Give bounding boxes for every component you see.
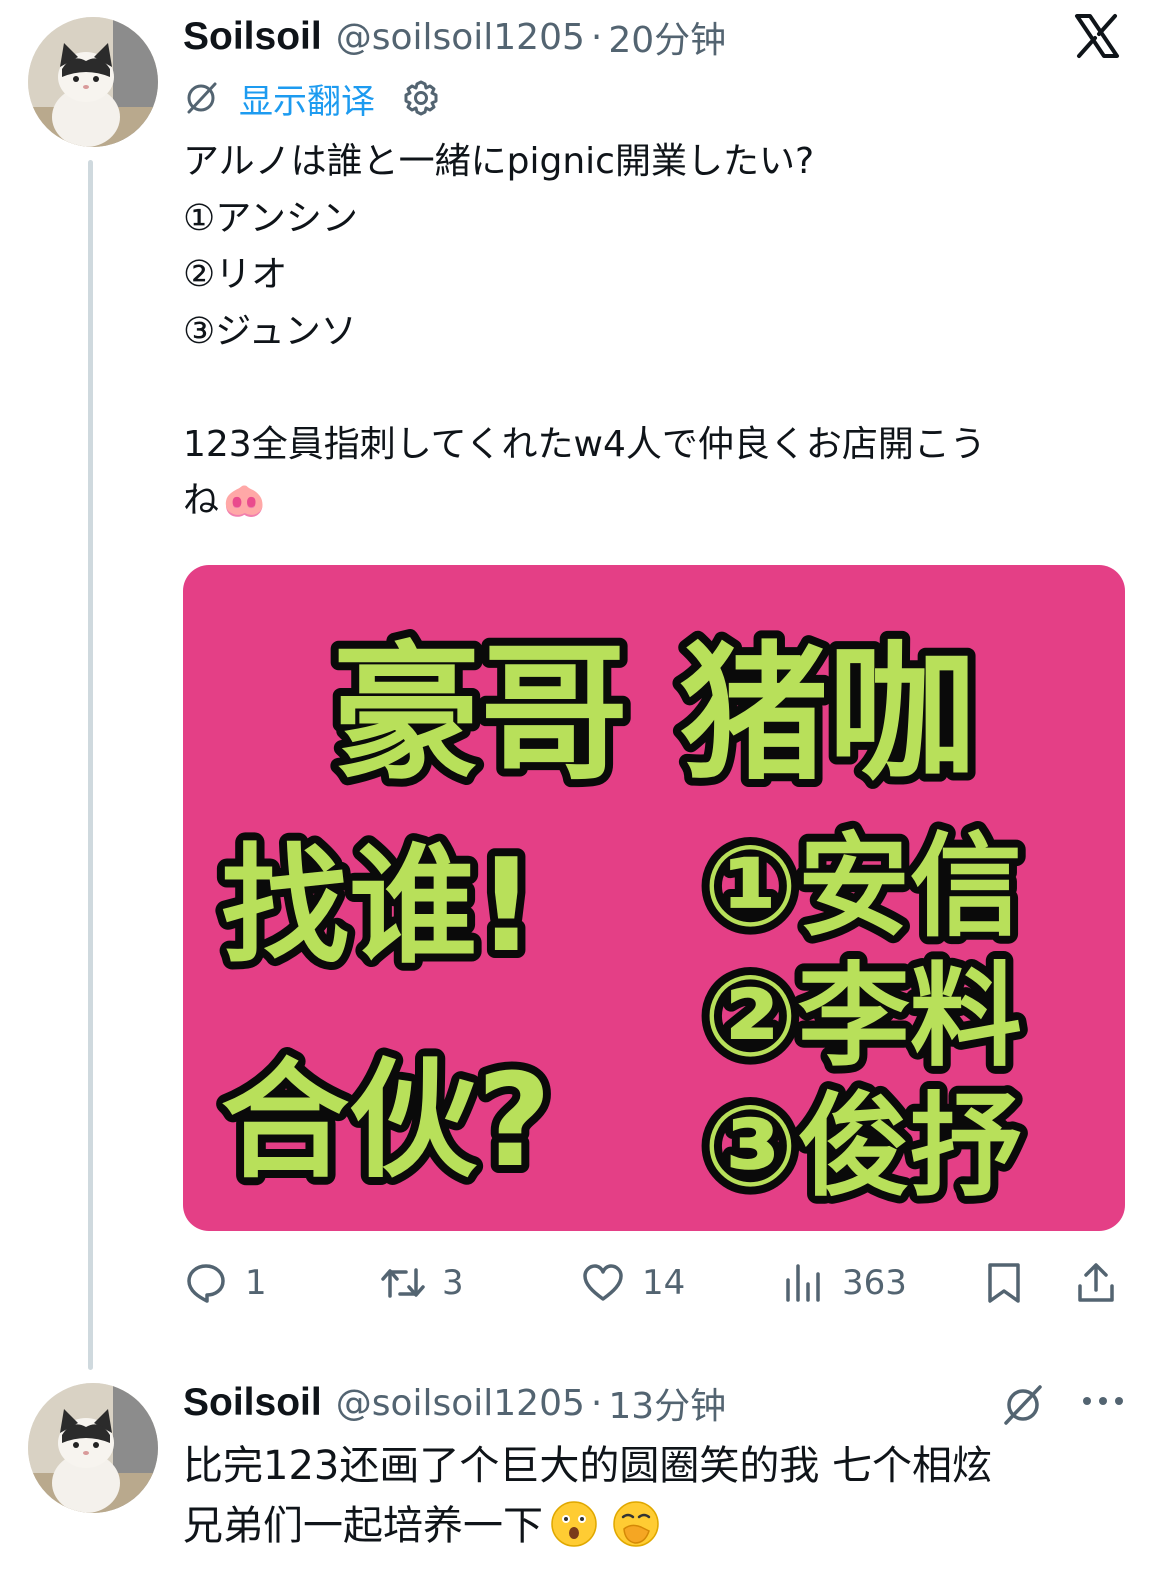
retweet-icon [381, 1268, 425, 1298]
bookmark-icon [988, 1263, 1020, 1303]
like-button[interactable]: 14 [580, 1255, 685, 1311]
tweet-text-body: アルノは誰と一緒にpignic開業したい? ①アンシン ②リオ ③ジュンソ 12… [183, 141, 986, 521]
share-icon [1078, 1263, 1114, 1302]
show-translation-link[interactable]: 显示翻译 [239, 74, 375, 123]
image-option-3: ③俊抒 [703, 1082, 1022, 1212]
retweet-count: 3 [442, 1263, 464, 1303]
reply-button[interactable]: 1 [183, 1255, 267, 1311]
image-question-line2: 合伙? [221, 1047, 551, 1196]
image-option-2: ②李料 [703, 952, 1022, 1082]
tweet-header: Soilsoil @soilsoil1205 · 20分钟 [183, 12, 726, 62]
like-count: 14 [642, 1263, 686, 1303]
thread-line [88, 160, 93, 1370]
like-icon [583, 1264, 623, 1301]
hand-over-mouth-emoji [613, 1501, 659, 1547]
tweet-image[interactable]: 豪哥 猪咖 找谁! 合伙? ①安信 ②李料 ③俊抒 [183, 565, 1125, 1231]
reply-icon [187, 1264, 225, 1303]
retweet-button[interactable]: 3 [380, 1255, 464, 1311]
avatar[interactable] [28, 17, 158, 147]
reply-author-name[interactable]: Soilsoil [183, 1381, 322, 1425]
more-icon[interactable] [1080, 1386, 1126, 1416]
grok-icon[interactable] [1000, 1382, 1046, 1428]
reply-separator: · [590, 1382, 603, 1424]
x-logo-icon[interactable] [1073, 12, 1121, 60]
share-button[interactable] [1073, 1255, 1119, 1311]
reply-avatar[interactable] [28, 1383, 158, 1513]
separator: · [590, 16, 603, 58]
author-handle[interactable]: @soilsoil1205 [336, 17, 585, 58]
author-name[interactable]: Soilsoil [183, 15, 322, 59]
tweet-text: アルノは誰と一緒にpignic開業したい? ①アンシン ②リオ ③ジュンソ 12… [183, 134, 1123, 530]
image-option-1: ①安信 [703, 822, 1022, 952]
reply-timestamp[interactable]: 13分钟 [608, 1377, 726, 1429]
astonished-face-emoji [551, 1501, 597, 1547]
views-icon [786, 1264, 820, 1302]
reply-text: 比完123还画了个巨大的圆圈笑的我 七个相炫 兄弟们一起培养一下 [183, 1436, 1143, 1556]
views-count: 363 [842, 1263, 907, 1303]
gear-icon[interactable] [401, 78, 441, 118]
translate-icon [187, 82, 217, 114]
timestamp[interactable]: 20分钟 [608, 11, 726, 63]
tweet-actions: 1 3 14 363 [183, 1255, 1125, 1311]
reply-author-handle[interactable]: @soilsoil1205 [336, 1383, 585, 1424]
translate-row: 显示翻译 [183, 74, 441, 122]
pig-nose-emoji: 🐽 [223, 481, 266, 521]
bookmark-button[interactable] [981, 1255, 1027, 1311]
views-button[interactable]: 363 [780, 1255, 907, 1311]
reply-header: Soilsoil @soilsoil1205 · 13分钟 [183, 1378, 726, 1428]
reply-count: 1 [245, 1263, 267, 1303]
image-question-line1: 找谁! [221, 832, 535, 981]
image-title: 豪哥 猪咖 [332, 628, 976, 800]
